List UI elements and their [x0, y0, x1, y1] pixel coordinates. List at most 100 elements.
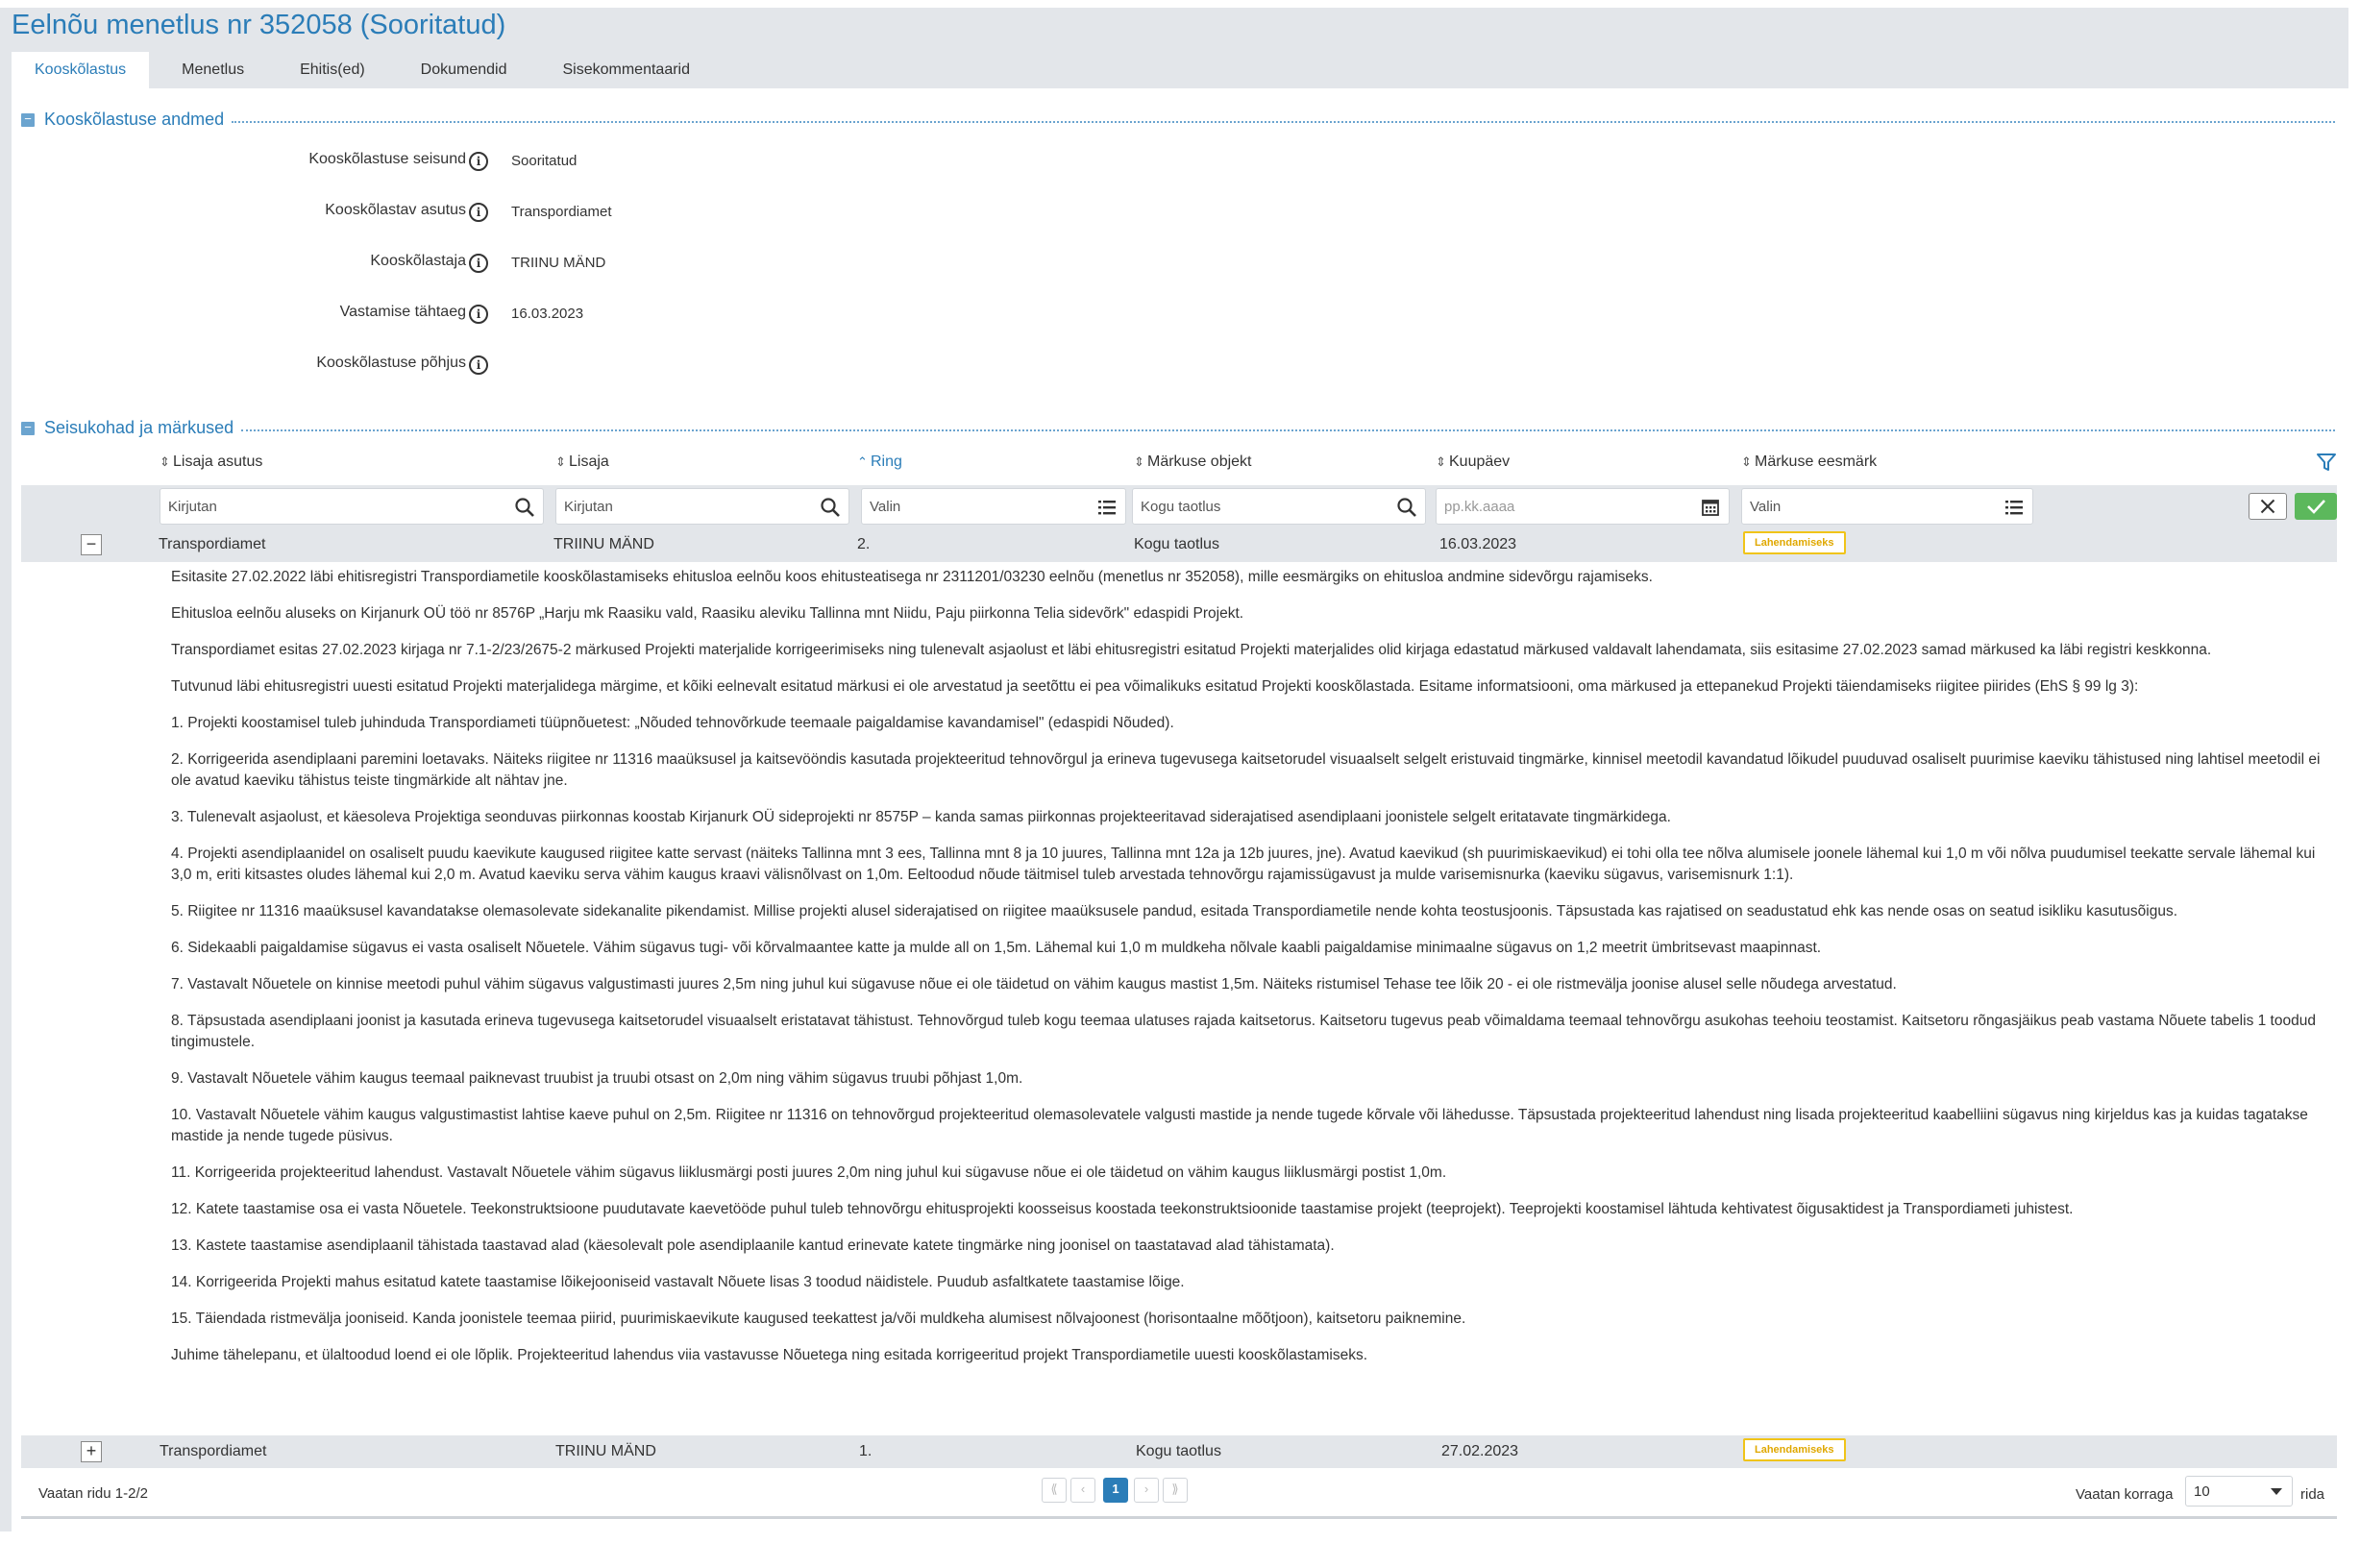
tab-bar: Kooskõlastus Menetlus Ehitis(ed) Dokumen… — [12, 52, 723, 88]
detail-paragraph: 15. Täiendada ristmevälja jooniseid. Kan… — [171, 1311, 1466, 1327]
detail-paragraph: Ehitusloa eelnõu aluseks on Kirjanurk OÜ… — [171, 605, 1244, 622]
detail-paragraph: 11. Korrigeerida projekteeritud lahendus… — [171, 1164, 1447, 1181]
check-icon — [2307, 500, 2325, 514]
field-value: Transpordiamet — [511, 204, 612, 220]
table-row[interactable]: + Transpordiamet TRIINU MÄND 1. Kogu tao… — [21, 1435, 2337, 1468]
detail-paragraph: Esitasite 27.02.2022 läbi ehitisregistri… — [171, 569, 1653, 585]
column-header-markuse-eesmark[interactable]: ⇕ Märkuse eesmärk — [1741, 453, 1877, 471]
cell-kuupaev: 27.02.2023 — [1441, 1443, 1519, 1459]
per-page-select[interactable]: 10 — [2185, 1476, 2293, 1507]
expand-row-button[interactable]: + — [81, 1441, 102, 1462]
column-header-kuupaev[interactable]: ⇕ Kuupäev — [1436, 453, 1510, 471]
per-page-suffix: rida — [2300, 1486, 2325, 1503]
field-label: Kooskõlastuse põhjus — [316, 355, 466, 371]
tab-menetlus[interactable]: Menetlus — [159, 52, 267, 88]
tab-kooskolastus[interactable]: Kooskõlastus — [12, 52, 150, 88]
collapse-row-button[interactable]: − — [81, 534, 102, 555]
section-divider — [241, 429, 2335, 431]
field-value: 16.03.2023 — [511, 306, 584, 322]
column-header-markuse-objekt[interactable]: ⇕ Märkuse objekt — [1134, 453, 1252, 471]
detail-paragraph: Juhime tähelepanu, et ülaltoodud loend e… — [171, 1347, 1368, 1363]
column-header-lisaja[interactable]: ⇕ Lisaja — [555, 453, 609, 471]
detail-paragraph: 9. Vastavalt Nõuetele vähim kaugus teema… — [171, 1070, 1023, 1087]
section-title: Kooskõlastuse andmed — [44, 110, 225, 129]
detail-paragraph: 1. Projekti koostamisel tuleb juhinduda … — [171, 715, 1174, 731]
search-icon[interactable] — [820, 497, 841, 518]
sort-icon: ⇕ — [160, 454, 170, 469]
cell-ring: 1. — [859, 1443, 873, 1459]
status-badge: Lahendamiseks — [1743, 531, 1846, 554]
filter-icon[interactable] — [2316, 452, 2337, 473]
info-icon[interactable]: i — [469, 152, 488, 171]
detail-paragraph: 12. Katete taastamise osa ei vasta Nõuet… — [171, 1201, 2074, 1217]
sort-icon: ⇕ — [1134, 454, 1144, 469]
title-band: Eelnõu menetlus nr 352058 (Sooritatud) K… — [12, 8, 2348, 88]
section-seisukohad: − Seisukohad ja märkused — [21, 418, 2335, 438]
field-value: Sooritatud — [511, 153, 578, 169]
first-page-button[interactable]: ⟪ — [1042, 1478, 1067, 1503]
page-1-button[interactable]: 1 — [1103, 1478, 1128, 1503]
field-label: Vastamise tähtaeg — [339, 304, 466, 320]
cell-lisaja-asutus: Transpordiamet — [159, 536, 266, 552]
collapse-icon[interactable]: − — [21, 112, 35, 127]
section-title: Seisukohad ja märkused — [44, 418, 234, 437]
calendar-icon[interactable] — [1700, 497, 1721, 518]
detail-paragraph: 2. Korrigeerida asendiplaani paremini lo… — [171, 751, 2321, 789]
tab-dokumendid[interactable]: Dokumendid — [398, 52, 530, 88]
filter-lisaja[interactable]: Kirjutan — [555, 488, 849, 525]
detail-paragraph: Tutvunud läbi ehitusregistri uuesti esit… — [171, 678, 2139, 695]
detail-paragraph: 7. Vastavalt Nõuetele on kinnise meetodi… — [171, 976, 1897, 992]
sort-asc-icon: ⌃ — [857, 454, 868, 469]
detail-paragraph: 3. Tulenevalt asjaolust, et käesoleva Pr… — [171, 809, 1671, 825]
section-kooskolastuse-andmed: − Kooskõlastuse andmed — [21, 110, 2335, 130]
filter-lisaja-asutus[interactable]: Kirjutan — [160, 488, 544, 525]
last-page-button[interactable]: ⟫ — [1163, 1478, 1188, 1503]
field-pohjus: Kooskõlastuse põhjus i — [0, 351, 865, 378]
status-badge: Lahendamiseks — [1743, 1438, 1846, 1461]
filter-markuse-objekt[interactable]: Kogu taotlus — [1132, 488, 1426, 525]
row-detail-text: Esitasite 27.02.2022 läbi ehitisregistri… — [171, 567, 2323, 1382]
filter-kuupaev[interactable]: pp.kk.aaaa — [1436, 488, 1730, 525]
field-tahtaeg: Vastamise tähtaeg i 16.03.2023 — [0, 300, 865, 327]
chevron-down-icon — [2271, 1488, 2282, 1495]
filter-markuse-eesmark[interactable]: Valin — [1741, 488, 2033, 525]
detail-paragraph: 5. Riigitee nr 11316 maaüksusel kavandat… — [171, 903, 2177, 919]
cell-ring: 2. — [857, 536, 871, 552]
detail-paragraph: 10. Vastavalt Nõuetele vähim kaugus valg… — [171, 1107, 2308, 1144]
list-icon[interactable] — [2004, 497, 2025, 518]
next-page-button[interactable]: › — [1134, 1478, 1159, 1503]
per-page-label: Vaatan korraga — [2076, 1486, 2174, 1503]
field-label: Kooskõlastaja — [370, 253, 466, 269]
info-icon[interactable]: i — [469, 203, 488, 222]
row-count-text: Vaatan ridu 1-2/2 — [38, 1485, 148, 1502]
cell-lisaja: TRIINU MÄND — [553, 536, 654, 552]
column-header-ring[interactable]: ⌃ Ring — [857, 453, 902, 471]
collapse-icon[interactable]: − — [21, 421, 35, 435]
sort-icon: ⇕ — [1741, 454, 1752, 469]
clear-filters-button[interactable] — [2249, 493, 2287, 520]
column-header-lisaja-asutus[interactable]: ⇕ Lisaja asutus — [160, 453, 262, 471]
tab-ehitised[interactable]: Ehitis(ed) — [277, 52, 388, 88]
apply-filters-button[interactable] — [2295, 493, 2337, 520]
close-icon — [2260, 499, 2275, 514]
detail-paragraph: 14. Korrigeerida Projekti mahus esitatud… — [171, 1274, 1185, 1290]
section-divider — [232, 120, 2335, 123]
detail-paragraph: Transpordiamet esitas 27.02.2023 kirjaga… — [171, 642, 2212, 658]
cell-lisaja-asutus: Transpordiamet — [160, 1443, 267, 1459]
search-icon[interactable] — [1396, 497, 1417, 518]
tab-sisekommentaarid[interactable]: Sisekommentaarid — [540, 52, 714, 88]
info-icon[interactable]: i — [469, 254, 488, 273]
cell-markuse-objekt: Kogu taotlus — [1136, 1443, 1221, 1459]
list-icon[interactable] — [1096, 497, 1118, 518]
table-row[interactable]: − Transpordiamet TRIINU MÄND 2. Kogu tao… — [21, 527, 2337, 562]
footer-divider — [21, 1516, 2337, 1519]
page-title: Eelnõu menetlus nr 352058 (Sooritatud) — [12, 10, 506, 40]
prev-page-button[interactable]: ‹ — [1070, 1478, 1095, 1503]
field-seisund: Kooskõlastuse seisund i Sooritatud — [0, 147, 865, 174]
info-icon[interactable]: i — [469, 355, 488, 375]
field-kooskolastaja: Kooskõlastaja i TRIINU MÄND — [0, 249, 865, 276]
info-icon[interactable]: i — [469, 305, 488, 324]
detail-paragraph: 6. Sidekaabli paigaldamise sügavus ei va… — [171, 940, 1822, 956]
filter-ring[interactable]: Valin — [861, 488, 1126, 525]
search-icon[interactable] — [514, 497, 535, 518]
